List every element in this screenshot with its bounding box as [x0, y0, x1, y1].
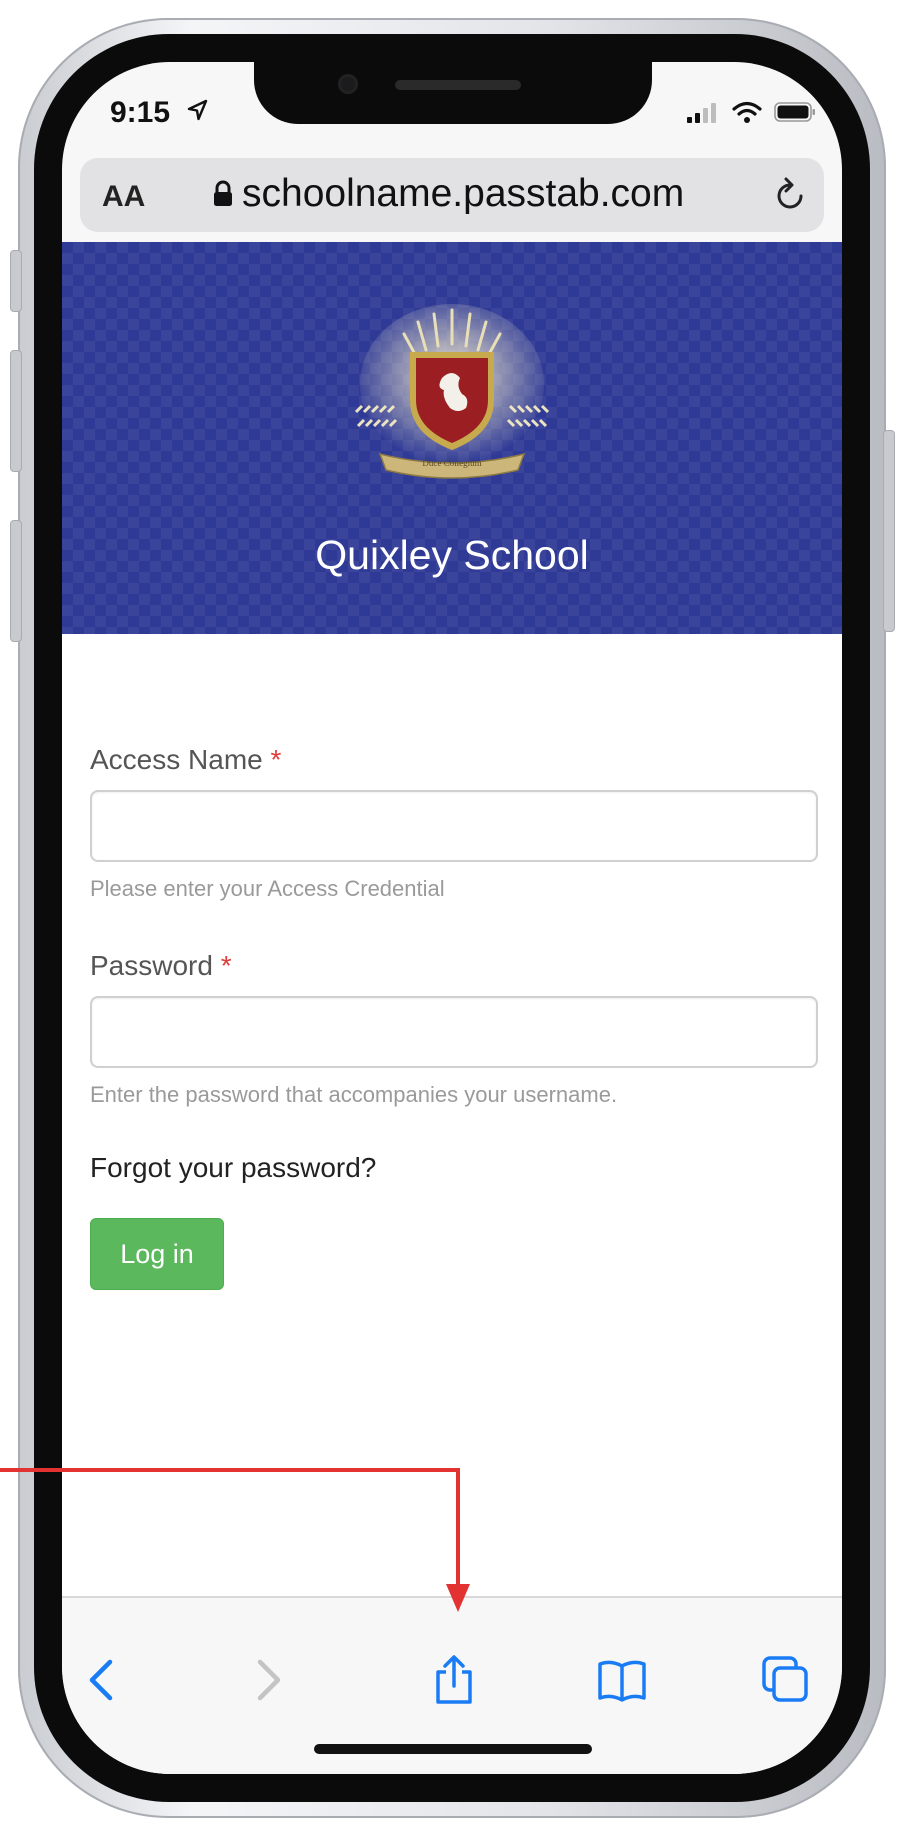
cellular-signal-icon [687, 103, 716, 123]
access-name-help-text: Please enter your Access Credential [90, 876, 445, 901]
front-camera [338, 74, 358, 94]
annotation-arrow-vertical [456, 1468, 460, 1590]
phone-side-button [10, 250, 22, 312]
share-icon[interactable] [428, 1654, 480, 1706]
school-crest-logo: Duce Collegium [354, 304, 550, 479]
school-banner: Duce Collegium Quixley School [62, 242, 842, 634]
status-time: 9:15 [110, 96, 171, 129]
wifi-icon [732, 101, 762, 123]
text-size-label: AA [102, 180, 146, 213]
reload-icon[interactable] [774, 176, 808, 214]
forgot-password-link[interactable]: Forgot your password? [90, 1152, 376, 1184]
lock-icon [214, 180, 232, 206]
battery-icon [774, 102, 815, 122]
required-asterisk: * [220, 950, 232, 981]
earpiece-speaker [395, 80, 521, 90]
password-help-text: Enter the password that accompanies your… [90, 1082, 618, 1107]
forward-icon[interactable] [240, 1654, 292, 1706]
phone-screen: 9:15 AA schoolname.passtab.com Duce Coll… [62, 62, 842, 1774]
login-form: Access Name * Please enter your Access C… [62, 634, 842, 1634]
annotation-arrow-horizontal [0, 1468, 460, 1472]
notch [254, 62, 652, 124]
access-name-label: Access Name * [90, 744, 281, 776]
school-name: Quixley School [315, 532, 589, 578]
text-size-button[interactable]: AA [102, 180, 145, 214]
required-asterisk: * [270, 744, 282, 775]
home-indicator [314, 1744, 592, 1754]
crest-motto: Duce Collegium [422, 458, 481, 468]
bookmarks-icon[interactable] [596, 1654, 648, 1706]
access-name-label-text: Access Name [90, 744, 263, 775]
annotation-arrowhead-icon [446, 1584, 470, 1612]
location-arrow-icon [187, 99, 208, 121]
password-label: Password * [90, 950, 232, 982]
tabs-icon[interactable] [760, 1654, 812, 1706]
password-label-text: Password [90, 950, 213, 981]
access-name-input[interactable] [90, 790, 818, 862]
back-icon[interactable] [78, 1654, 130, 1706]
url-text: schoolname.passtab.com [242, 172, 685, 215]
password-input[interactable] [90, 996, 818, 1068]
login-button[interactable]: Log in [90, 1218, 224, 1290]
phone-volume-down-button [10, 520, 22, 642]
phone-volume-up-button [10, 350, 22, 472]
phone-power-button [883, 430, 895, 632]
address-bar[interactable]: AA schoolname.passtab.com [80, 158, 824, 232]
